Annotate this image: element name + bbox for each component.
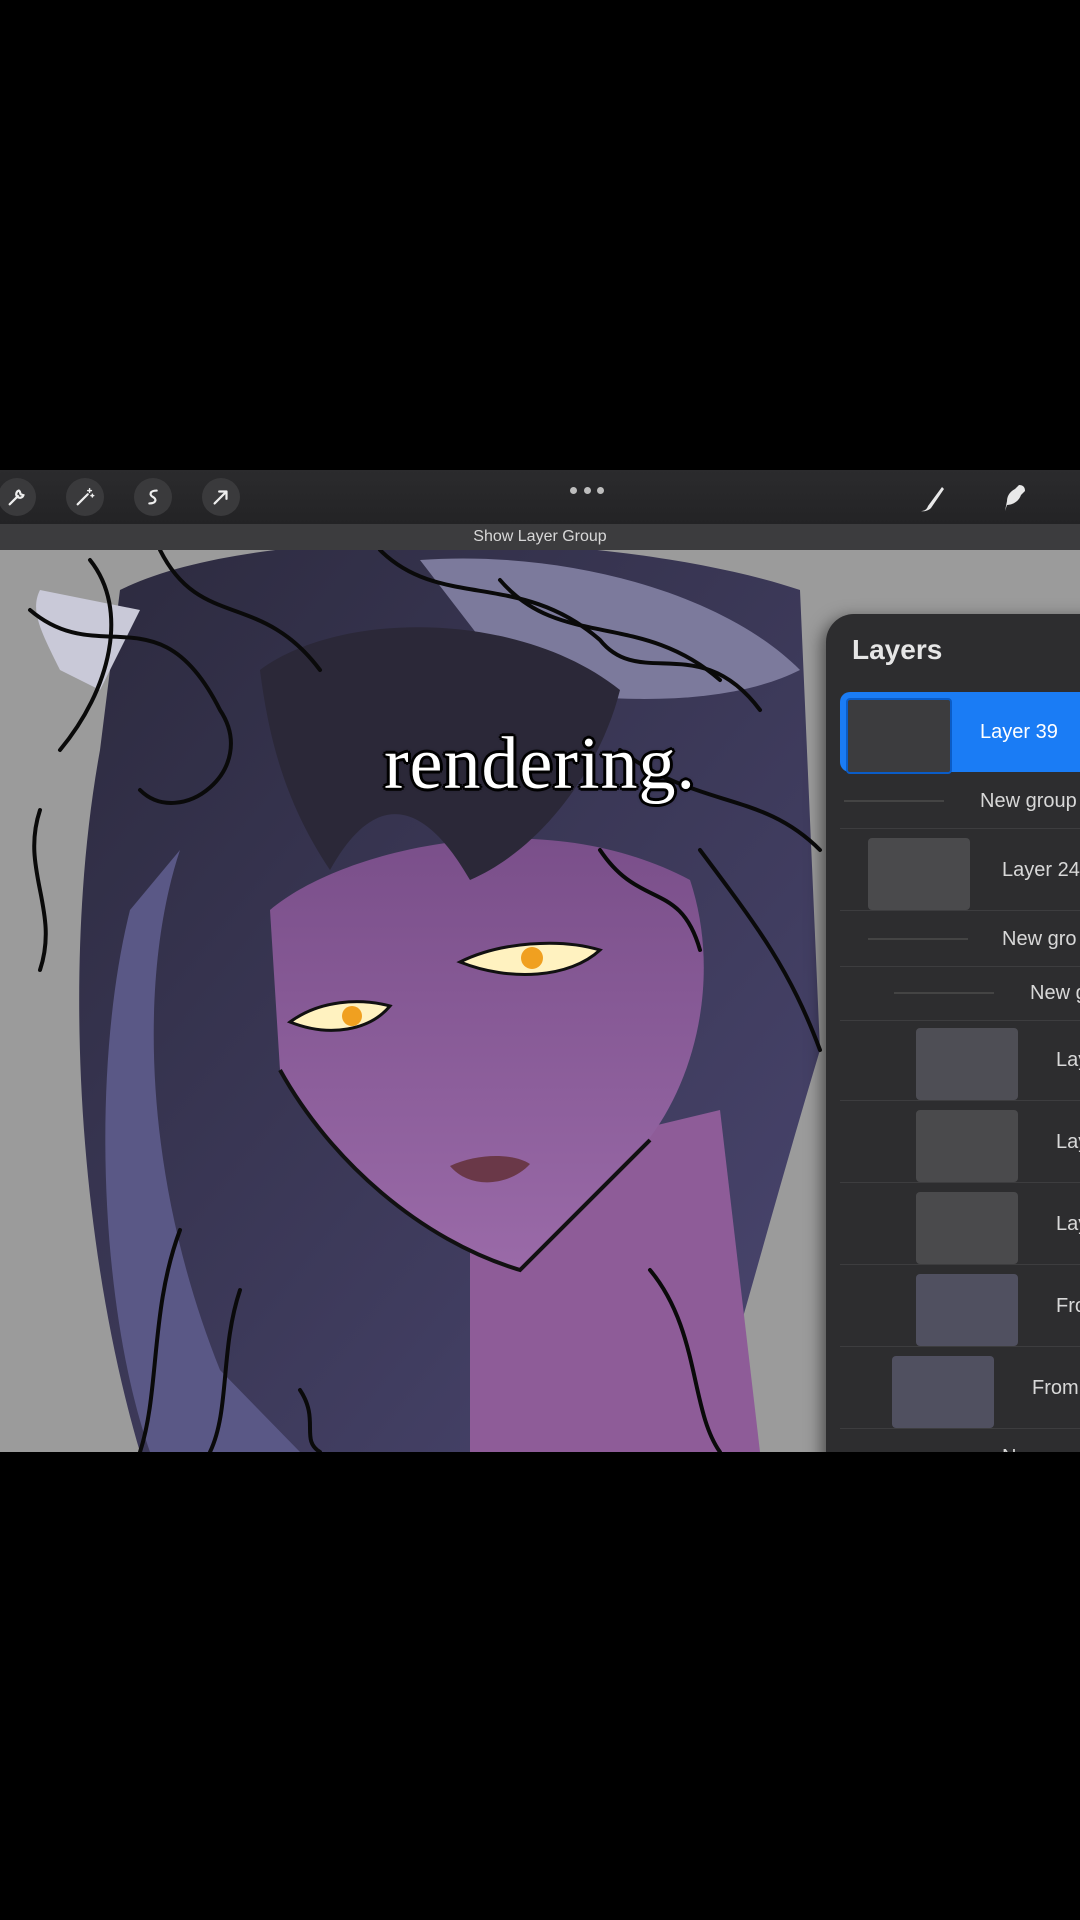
layer-name: Lay (1056, 1131, 1080, 1153)
selection-icon[interactable] (134, 478, 172, 516)
layer-row[interactable]: Layer 24 (840, 830, 1080, 911)
layer-thumbnail (916, 1192, 1018, 1264)
layer-name: Layer 39 (980, 721, 1058, 743)
layer-name: Layer 24 (1002, 859, 1080, 881)
layer-row[interactable]: Lay (840, 1184, 1080, 1265)
drawing-canvas[interactable]: rendering. Layers Layer 39 New group Lay… (0, 550, 1080, 1452)
layers-title: Layers (852, 634, 943, 665)
layer-row[interactable]: Layer 39 (840, 692, 1080, 774)
procreate-app: Show Layer Group rendering. Layers Layer… (0, 470, 1080, 1452)
smudge-icon[interactable] (994, 478, 1034, 518)
magic-wand-icon[interactable] (66, 478, 104, 516)
layer-name: From (1032, 1377, 1079, 1399)
layer-group-row[interactable]: New g (840, 966, 1080, 1021)
layer-thumbnail (916, 1274, 1018, 1346)
show-layer-group-banner[interactable]: Show Layer Group (0, 524, 1080, 550)
layer-thumbnail (892, 1356, 994, 1428)
layer-thumbnail (846, 698, 952, 774)
layer-group-row[interactable]: New gro (840, 1430, 1080, 1452)
top-toolbar (0, 470, 1080, 524)
brush-icon[interactable] (912, 478, 952, 518)
layer-name: New g (1030, 982, 1080, 1004)
layer-row[interactable]: From (840, 1348, 1080, 1429)
transform-arrow-icon[interactable] (202, 478, 240, 516)
layers-panel: Layers Layer 39 New group Layer 24 New g… (826, 614, 1080, 1452)
layer-thumbnail (916, 1028, 1018, 1100)
layer-name: New gro (1002, 1430, 1076, 1452)
layer-name: New gro (1002, 928, 1077, 950)
layer-name: New group (980, 790, 1077, 812)
layer-name: Lay (1056, 1049, 1080, 1071)
layer-row[interactable]: Lay (840, 1020, 1080, 1101)
layer-name: Lay (1056, 1213, 1080, 1235)
layer-group-row[interactable]: New group (840, 774, 1080, 829)
layer-thumbnail (868, 838, 970, 910)
more-options-icon[interactable] (570, 480, 604, 500)
layer-group-row[interactable]: New gro (840, 912, 1080, 967)
wrench-icon[interactable] (0, 478, 36, 516)
layer-name: Fro (1056, 1295, 1080, 1317)
layer-thumbnail (916, 1110, 1018, 1182)
layer-row[interactable]: Lay (840, 1102, 1080, 1183)
layer-row[interactable]: Fro (840, 1266, 1080, 1347)
